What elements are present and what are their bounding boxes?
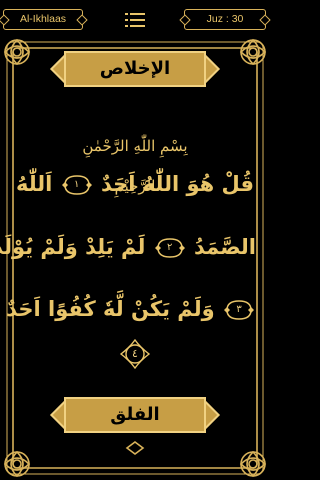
- verse-line: ٣ وَلَمْ يَكُنْ لَّهٗ كُفُوًا اَحَدٌ: [6, 294, 256, 324]
- ayah-number-marker: ١: [61, 174, 92, 196]
- verse-text: اَللّٰهُ: [15, 172, 53, 196]
- verse-line: الصَّمَدُ ٢ لَمْ يَلِدْ وَلَمْ يُوْلَدْ: [0, 232, 256, 262]
- surah-name-badge[interactable]: Al-Ikhlaas: [0, 9, 88, 30]
- ayah-end-marker: ٤: [119, 338, 151, 370]
- ayah-number-marker: ٣: [224, 299, 254, 321]
- badge-ornament: [179, 13, 191, 26]
- verse-line: قُلْ هُوَ اللّٰهُ اَحَدٌ ١ اَللّٰهُ: [14, 169, 256, 199]
- verse-text: قُلْ هُوَ اللّٰهُ اَحَدٌ: [101, 172, 255, 196]
- juz-badge[interactable]: Juz : 30: [179, 9, 271, 30]
- ayah-number: ٣: [236, 304, 242, 315]
- badge-ornament: [259, 13, 271, 26]
- ayah-number: ١: [74, 179, 80, 190]
- ayah-number: ٤: [132, 347, 138, 360]
- ayah-number-marker: ٢: [154, 237, 185, 259]
- badge-ornament: [0, 13, 10, 26]
- top-bar: Al-Ikhlaas Juz : 30: [0, 0, 271, 40]
- ayah-number: ٢: [167, 242, 173, 253]
- badge-ornament: [76, 13, 88, 26]
- verse-text: الصَّمَدُ: [194, 235, 256, 259]
- list-icon[interactable]: [125, 12, 147, 28]
- juz-label: Juz : 30: [206, 13, 244, 25]
- verse-text: وَلَمْ يَكُنْ لَّهٗ كُفُوًا اَحَدٌ: [6, 297, 215, 321]
- basmala: بِسْمِ اللّٰهِ الرَّحْمٰنِ الرَّحِيْمِ: [82, 137, 188, 195]
- verse-text: لَمْ يَلِدْ وَلَمْ يُوْلَدْ: [0, 235, 146, 259]
- surah-name-label: Al-Ikhlaas: [19, 13, 67, 25]
- surah-title: الإخلاص: [99, 58, 171, 79]
- next-surah-title: الفلق: [110, 404, 160, 425]
- next-surah-banner[interactable]: الفلق: [64, 397, 206, 433]
- surah-title-banner: الإخلاص: [64, 51, 206, 87]
